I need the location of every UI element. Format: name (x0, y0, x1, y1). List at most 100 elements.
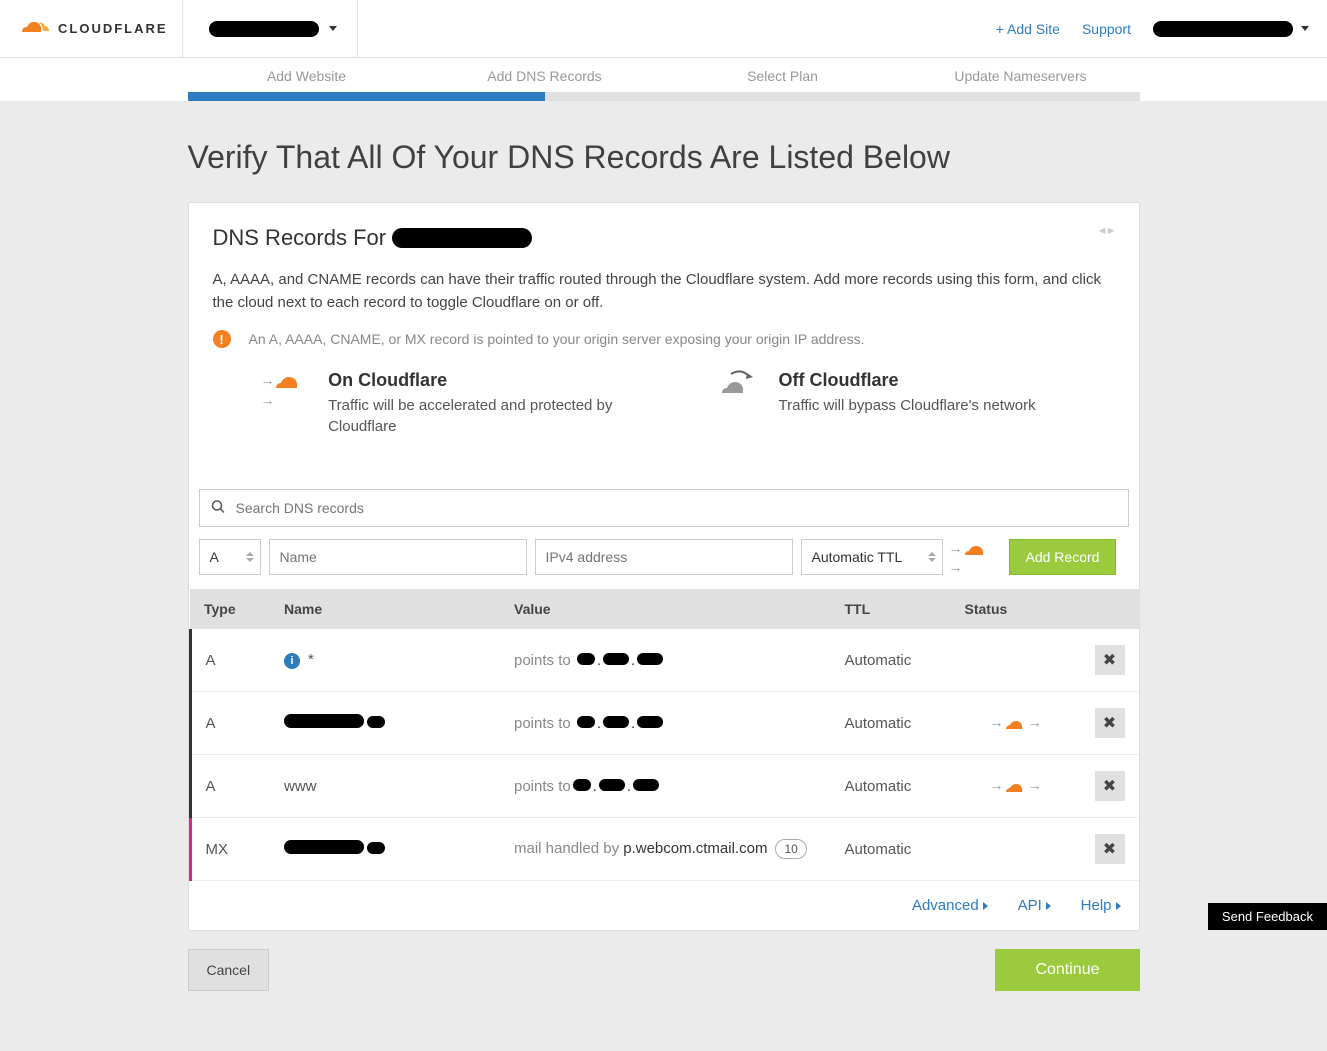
topbar-right: + Add Site Support (996, 21, 1309, 37)
name-text: www (284, 778, 317, 795)
cell-type[interactable]: A (190, 692, 270, 755)
ttl-select[interactable]: Automatic TTL (801, 539, 943, 575)
cell-type[interactable]: MX (190, 818, 270, 881)
cell-name[interactable] (270, 692, 500, 755)
logo[interactable]: CLOUDFLARE (18, 0, 183, 57)
warning-text: An A, AAAA, CNAME, or MX record is point… (249, 331, 865, 347)
cell-ttl[interactable]: Automatic (831, 755, 951, 818)
delete-button[interactable]: ✖ (1095, 645, 1125, 675)
quick-nav-icon[interactable]: ◄► (1097, 225, 1115, 237)
card-footer-links: Advanced API Help (189, 881, 1139, 930)
step-4[interactable]: Update Nameservers (902, 58, 1140, 100)
redacted-value (633, 779, 659, 791)
cell-ttl[interactable]: Automatic (831, 818, 951, 881)
value-prefix: mail handled by (514, 840, 623, 857)
legend-on: →→ On Cloudflare Traffic will be acceler… (263, 370, 643, 437)
add-record-row: A Automatic TTL →→ Add Record (199, 539, 1129, 575)
redacted-account (209, 21, 319, 37)
card-description: A, AAAA, and CNAME records can have thei… (213, 269, 1115, 314)
redacted-value (577, 653, 595, 665)
advanced-label: Advanced (912, 897, 979, 914)
steps-nav: Add Website Add DNS Records Select Plan … (0, 58, 1327, 101)
cell-value[interactable]: points to.. (500, 755, 831, 818)
card-title: DNS Records For (213, 225, 533, 251)
name-input[interactable] (269, 539, 527, 575)
th-type: Type (190, 589, 270, 629)
value-prefix: points to (514, 652, 575, 669)
cloud-toggle-icon[interactable]: →→ (951, 539, 1001, 575)
table-row: Awww points to..Automatic →→ ✖ (190, 755, 1139, 818)
legend-off-title: Off Cloudflare (779, 370, 1036, 391)
legend-on-title: On Cloudflare (328, 370, 642, 391)
legend: →→ On Cloudflare Traffic will be acceler… (213, 370, 1115, 437)
account-dropdown[interactable] (199, 0, 358, 57)
dns-table: Type Name Value TTL Status Ai*points to … (189, 589, 1139, 881)
search-icon (211, 500, 225, 517)
logo-text: CLOUDFLARE (58, 21, 168, 36)
cell-name[interactable]: i* (270, 629, 500, 692)
add-site-link[interactable]: + Add Site (996, 21, 1060, 37)
cloud-on-icon[interactable]: →→ (992, 777, 1040, 794)
cell-name[interactable] (270, 818, 500, 881)
advanced-link[interactable]: Advanced (912, 897, 988, 914)
delete-button[interactable]: ✖ (1095, 708, 1125, 738)
redacted-value (637, 716, 663, 728)
cloud-on-icon[interactable]: →→ (992, 714, 1040, 731)
cell-name[interactable]: www (270, 755, 500, 818)
table-row: MX mail handled by p.webcom.ctmail.com10A… (190, 818, 1139, 881)
cell-value[interactable]: points to .. (500, 692, 831, 755)
delete-button[interactable]: ✖ (1095, 834, 1125, 864)
table-header: Type Name Value TTL Status (190, 589, 1139, 629)
redacted-value (599, 779, 625, 791)
th-status: Status (951, 589, 1081, 629)
chevron-right-icon (1046, 902, 1051, 910)
topbar: CLOUDFLARE + Add Site Support (0, 0, 1327, 58)
priority-badge: 10 (775, 839, 806, 859)
cell-type[interactable]: A (190, 629, 270, 692)
name-text: * (308, 651, 314, 668)
help-link[interactable]: Help (1081, 897, 1121, 914)
cell-status[interactable]: →→ (951, 755, 1081, 818)
user-dropdown[interactable] (1153, 21, 1309, 37)
th-actions (1081, 589, 1139, 629)
cancel-button[interactable]: Cancel (188, 949, 270, 991)
cell-type[interactable]: A (190, 755, 270, 818)
page-title: Verify That All Of Your DNS Records Are … (188, 139, 1140, 176)
help-label: Help (1081, 897, 1112, 914)
cell-status[interactable] (951, 818, 1081, 881)
cell-value[interactable]: mail handled by p.webcom.ctmail.com10 (500, 818, 831, 881)
type-select[interactable]: A (199, 539, 261, 575)
warning-row: ! An A, AAAA, CNAME, or MX record is poi… (213, 330, 1115, 348)
add-record-button[interactable]: Add Record (1009, 539, 1117, 575)
step-3[interactable]: Select Plan (664, 58, 902, 100)
step-1[interactable]: Add Website (188, 58, 426, 100)
step-2[interactable]: Add DNS Records (426, 58, 664, 100)
value-input[interactable] (535, 539, 793, 575)
table-row: Ai*points to ..Automatic✖ (190, 629, 1139, 692)
redacted-value (603, 716, 629, 728)
cell-value[interactable]: points to .. (500, 629, 831, 692)
api-link[interactable]: API (1018, 897, 1051, 914)
cell-delete: ✖ (1081, 692, 1139, 755)
redacted-value (603, 653, 629, 665)
th-value: Value (500, 589, 831, 629)
support-link[interactable]: Support (1082, 21, 1131, 37)
delete-button[interactable]: ✖ (1095, 771, 1125, 801)
redacted-name (284, 714, 364, 728)
search-input[interactable] (199, 489, 1129, 527)
send-feedback-button[interactable]: Send Feedback (1208, 903, 1327, 930)
continue-button[interactable]: Continue (995, 949, 1139, 991)
caret-down-icon (1301, 26, 1309, 31)
dns-card: DNS Records For ◄► A, AAAA, and CNAME re… (188, 202, 1140, 931)
api-label: API (1018, 897, 1042, 914)
cell-status[interactable] (951, 629, 1081, 692)
ttl-select-value: Automatic TTL (812, 549, 903, 565)
cell-ttl[interactable]: Automatic (831, 629, 951, 692)
redacted-name (367, 716, 385, 728)
redacted-user (1153, 21, 1293, 37)
cell-ttl[interactable]: Automatic (831, 692, 951, 755)
search-wrap (199, 489, 1129, 527)
info-icon[interactable]: i (284, 653, 300, 669)
th-name: Name (270, 589, 500, 629)
cell-status[interactable]: →→ (951, 692, 1081, 755)
